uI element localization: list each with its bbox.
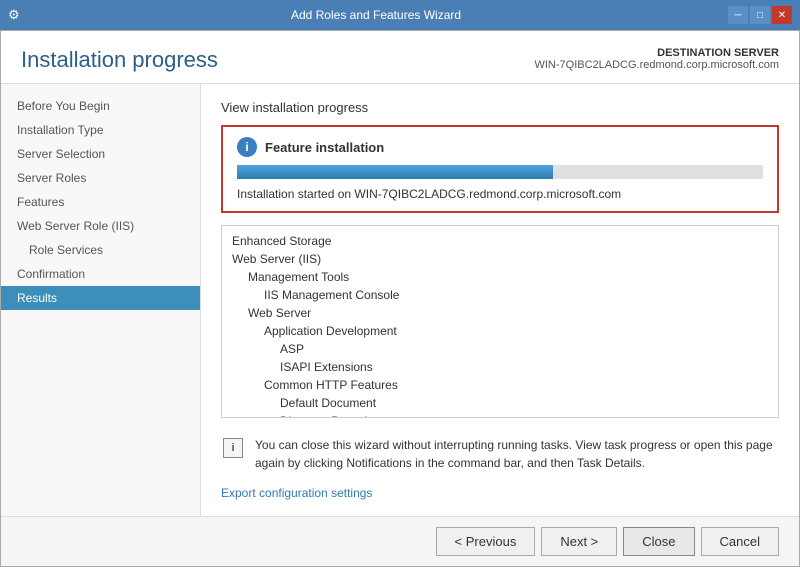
feature-list-container: Enhanced StorageWeb Server (IIS)Manageme… — [221, 225, 779, 418]
content-area: Before You BeginInstallation TypeServer … — [1, 84, 799, 516]
window-header: Installation progress DESTINATION SERVER… — [1, 31, 799, 84]
feature-installation-box: i Feature installation Installation star… — [221, 125, 779, 213]
footer: < Previous Next > Close Cancel — [1, 516, 799, 566]
maximize-button[interactable]: □ — [750, 6, 770, 24]
sidebar-item[interactable]: Results — [1, 286, 200, 310]
list-item: Directory Browsing — [232, 412, 768, 417]
destination-server-name: WIN-7QIBC2LADCG.redmond.corp.microsoft.c… — [534, 59, 779, 71]
sidebar-item[interactable]: Server Roles — [1, 166, 200, 190]
destination-label: DESTINATION SERVER — [534, 47, 779, 59]
sidebar-item[interactable]: Server Selection — [1, 142, 200, 166]
sidebar-item[interactable]: Before You Begin — [1, 94, 200, 118]
feature-box-title: Feature installation — [265, 140, 384, 155]
list-item: Web Server (IIS) — [232, 250, 768, 268]
main-window: Installation progress DESTINATION SERVER… — [0, 30, 800, 567]
info-icon: i — [237, 137, 257, 157]
list-item: ASP — [232, 340, 768, 358]
list-item: Application Development — [232, 322, 768, 340]
minimize-button[interactable]: ─ — [728, 6, 748, 24]
sidebar: Before You BeginInstallation TypeServer … — [1, 84, 201, 516]
sidebar-item[interactable]: Web Server Role (IIS) — [1, 214, 200, 238]
destination-server-info: DESTINATION SERVER WIN-7QIBC2LADCG.redmo… — [534, 47, 779, 71]
titlebar: ⚙ Add Roles and Features Wizard ─ □ ✕ — [0, 0, 800, 30]
export-link[interactable]: Export configuration settings — [221, 486, 779, 500]
feature-box-header: i Feature installation — [237, 137, 763, 157]
list-item: Management Tools — [232, 268, 768, 286]
cancel-button[interactable]: Cancel — [701, 527, 779, 556]
close-window-button[interactable]: ✕ — [772, 6, 792, 24]
list-item: Default Document — [232, 394, 768, 412]
sidebar-item[interactable]: Confirmation — [1, 262, 200, 286]
titlebar-controls: ─ □ ✕ — [728, 6, 792, 24]
progress-bar-container — [237, 165, 763, 179]
close-button[interactable]: Close — [623, 527, 694, 556]
note-icon-inner: i — [223, 438, 243, 458]
titlebar-icon: ⚙ — [8, 7, 24, 23]
previous-button[interactable]: < Previous — [436, 527, 536, 556]
main-content: View installation progress i Feature ins… — [201, 84, 799, 516]
sidebar-item[interactable]: Role Services — [1, 238, 200, 262]
next-button[interactable]: Next > — [541, 527, 617, 556]
note-text: You can close this wizard without interr… — [255, 436, 779, 472]
titlebar-title: Add Roles and Features Wizard — [24, 8, 728, 22]
list-item: Web Server — [232, 304, 768, 322]
feature-list[interactable]: Enhanced StorageWeb Server (IIS)Manageme… — [222, 226, 778, 417]
view-title: View installation progress — [221, 100, 779, 115]
info-note: i You can close this wizard without inte… — [221, 428, 779, 480]
note-icon: i — [221, 436, 245, 460]
install-status: Installation started on WIN-7QIBC2LADCG.… — [237, 187, 763, 201]
page-title: Installation progress — [21, 47, 218, 73]
list-item: IIS Management Console — [232, 286, 768, 304]
list-item: Common HTTP Features — [232, 376, 768, 394]
list-item: ISAPI Extensions — [232, 358, 768, 376]
progress-bar-fill — [237, 165, 553, 179]
sidebar-item[interactable]: Installation Type — [1, 118, 200, 142]
list-item: Enhanced Storage — [232, 232, 768, 250]
sidebar-item[interactable]: Features — [1, 190, 200, 214]
